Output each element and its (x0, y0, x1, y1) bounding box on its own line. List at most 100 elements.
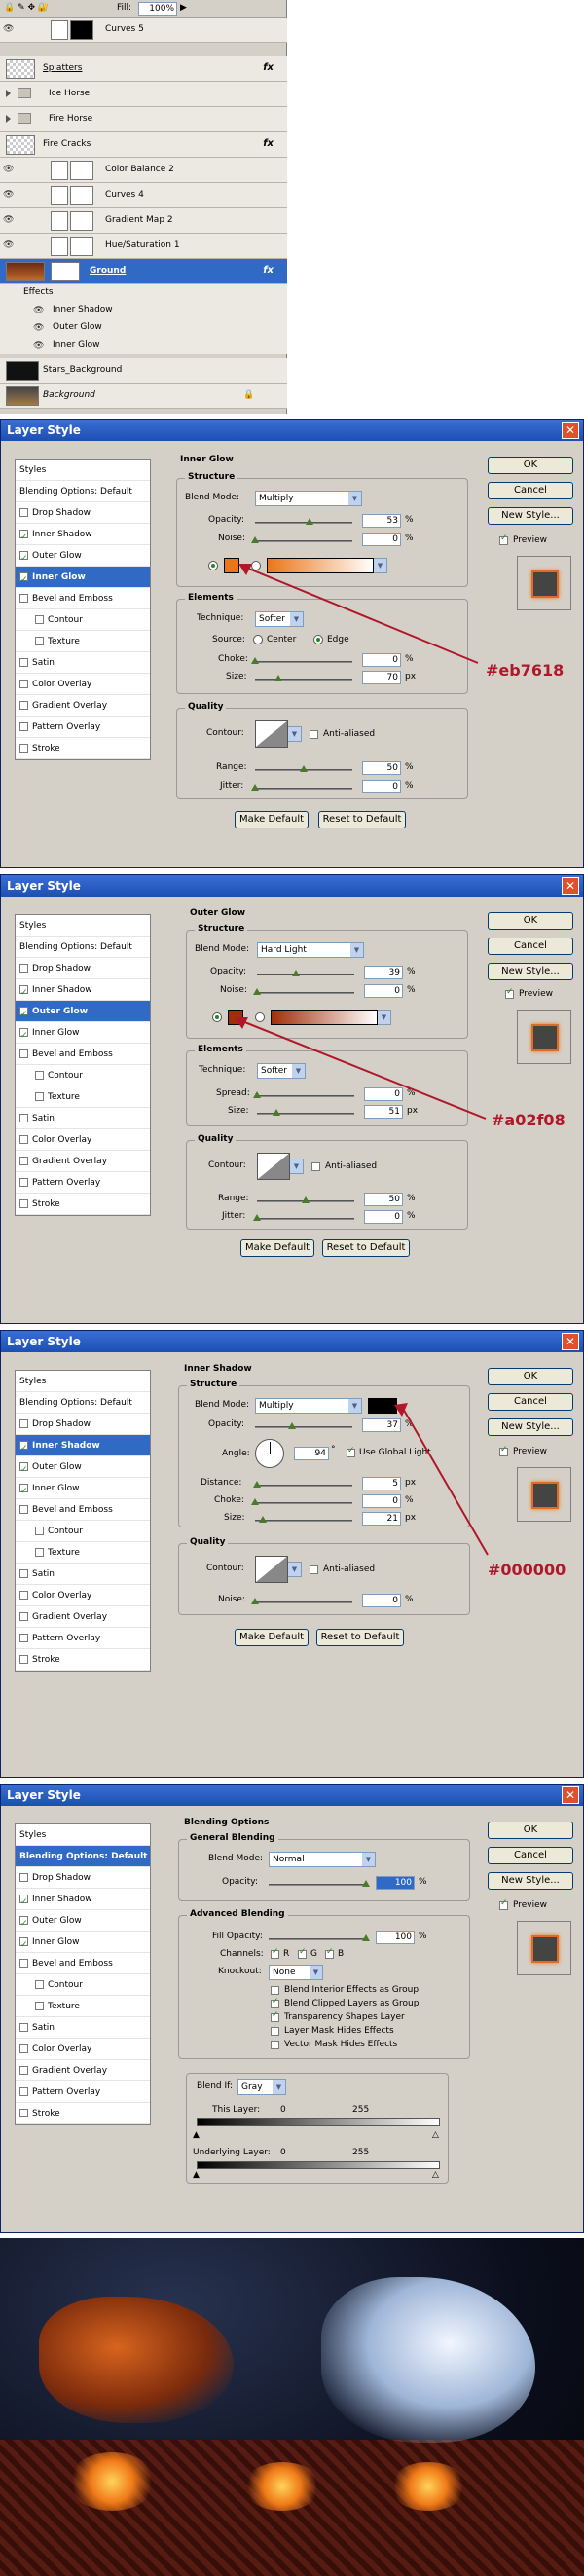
checkbox[interactable] (19, 1569, 28, 1578)
preview-checkbox[interactable] (499, 1445, 508, 1456)
style-texture[interactable]: Texture (16, 631, 150, 652)
style-inner-glow[interactable]: Inner Glow (16, 567, 150, 591)
preview-checkbox[interactable] (499, 534, 508, 545)
checkbox[interactable] (19, 1934, 28, 1956)
new-style-button[interactable]: New Style... (488, 1872, 573, 1890)
style-satin[interactable]: Satin (16, 652, 150, 674)
choke-slider[interactable] (251, 1498, 352, 1505)
checkbox[interactable] (19, 1459, 28, 1481)
checkbox[interactable] (19, 1419, 28, 1428)
reset-default-button[interactable]: Reset to Default (318, 811, 406, 828)
checkbox[interactable] (19, 594, 28, 603)
this-layer-slider[interactable] (197, 2118, 440, 2126)
style-color-overlay[interactable]: Color Overlay (16, 674, 150, 695)
ok-button[interactable]: OK (488, 1368, 573, 1385)
checkbox[interactable] (19, 2066, 28, 2075)
opacity-field[interactable]: 37 (362, 1418, 401, 1432)
checkbox[interactable] (19, 1481, 28, 1502)
dialog-titlebar[interactable]: Layer Style ✕ (1, 420, 583, 441)
layer-row-ground[interactable]: Ground fx (0, 259, 287, 284)
slider-knob[interactable] (251, 1598, 259, 1604)
checkbox[interactable] (19, 1612, 28, 1621)
checkbox[interactable] (35, 1527, 44, 1535)
noise-slider[interactable] (253, 988, 354, 995)
anti-aliased-checkbox[interactable] (310, 730, 318, 739)
style-gradient-overlay[interactable]: Gradient Overlay (16, 2060, 150, 2081)
choke-field[interactable]: 0 (362, 1494, 401, 1508)
size-slider[interactable] (255, 675, 352, 681)
styles-header[interactable]: Styles (16, 915, 150, 937)
style-inner-glow[interactable]: Inner Glow (16, 1022, 150, 1047)
style-outer-glow[interactable]: Outer Glow (16, 545, 150, 570)
slider-knob[interactable] (292, 970, 300, 976)
fill-field[interactable]: 100% (138, 2, 177, 16)
new-style-button[interactable]: New Style... (488, 963, 573, 980)
shadow-color-swatch[interactable] (368, 1398, 397, 1414)
reset-default-button[interactable]: Reset to Default (316, 1629, 404, 1646)
style-texture[interactable]: Texture (16, 1996, 150, 2017)
style-drop-shadow[interactable]: Drop Shadow (16, 1414, 150, 1435)
style-inner-shadow[interactable]: Inner Shadow (16, 1435, 150, 1459)
style-color-overlay[interactable]: Color Overlay (16, 1585, 150, 1606)
checkbox[interactable] (19, 964, 28, 973)
reset-default-button[interactable]: Reset to Default (322, 1239, 410, 1257)
dialog-titlebar[interactable]: Layer Style ✕ (1, 875, 583, 897)
effect-row-inner-shadow[interactable]: 👁 Inner Shadow (0, 302, 287, 319)
style-contour[interactable]: Contour (16, 1521, 150, 1542)
underlying-white-knob[interactable]: △ (432, 2170, 439, 2180)
choke-field[interactable]: 0 (362, 653, 401, 667)
checkbox[interactable] (35, 1092, 44, 1101)
checkbox[interactable] (19, 1873, 28, 1882)
checkbox[interactable] (35, 637, 44, 645)
style-color-overlay[interactable]: Color Overlay (16, 1129, 150, 1151)
style-contour[interactable]: Contour (16, 1974, 150, 1996)
layer-row-fire-cracks[interactable]: Fire Cracks fx (0, 132, 287, 158)
style-stroke[interactable]: Stroke (16, 1194, 150, 1215)
checkbox[interactable] (19, 527, 28, 548)
angle-dial[interactable] (255, 1439, 284, 1468)
channel-b-checkbox[interactable] (325, 1947, 334, 1959)
fx-icon[interactable]: fx (263, 62, 274, 73)
style-satin[interactable]: Satin (16, 1564, 150, 1585)
underlying-black-knob[interactable]: ▲ (193, 2170, 200, 2180)
layer-row-curves-4[interactable]: 👁 Curves 4 (0, 183, 287, 208)
checkbox[interactable] (19, 982, 28, 1004)
slider-knob[interactable] (253, 1091, 261, 1098)
layer-row-background[interactable]: Background 🔒 (0, 384, 287, 409)
gradient-dropdown[interactable] (378, 1010, 391, 1025)
style-blending-options[interactable]: Blending Options: Default (16, 481, 150, 502)
layer-row-color-balance-2[interactable]: 👁 Color Balance 2 (0, 158, 287, 183)
style-gradient-overlay[interactable]: Gradient Overlay (16, 1151, 150, 1172)
contour-picker[interactable] (255, 1556, 288, 1583)
solid-color-radio[interactable] (208, 561, 218, 570)
knockout-select[interactable]: None (269, 1965, 323, 1980)
checkbox[interactable] (35, 1548, 44, 1557)
eye-icon[interactable]: 👁 (3, 240, 14, 250)
eye-icon[interactable]: 👁 (33, 306, 44, 315)
slider-knob[interactable] (251, 536, 259, 543)
slider-knob[interactable] (306, 518, 313, 525)
checkbox[interactable] (19, 1199, 28, 1208)
opacity-slider[interactable] (257, 970, 354, 976)
checkbox[interactable] (19, 1114, 28, 1122)
checkbox[interactable] (19, 1004, 28, 1025)
checkbox[interactable] (19, 701, 28, 710)
blend-mode-select[interactable]: Hard Light (257, 942, 364, 958)
style-bevel-emboss[interactable]: Bevel and Emboss (16, 1044, 150, 1065)
blend-if-select[interactable]: Gray (237, 2079, 286, 2095)
checkbox[interactable] (19, 1135, 28, 1144)
gradient-picker[interactable] (267, 558, 374, 573)
slider-knob[interactable] (251, 1498, 259, 1505)
this-layer-black-knob[interactable]: ▲ (193, 2130, 200, 2140)
eye-icon[interactable]: 👁 (33, 323, 44, 333)
slider-knob[interactable] (253, 988, 261, 995)
angle-field[interactable]: 94 (294, 1447, 329, 1460)
jitter-field[interactable]: 0 (362, 780, 401, 793)
checkbox[interactable] (35, 615, 44, 624)
source-center-radio[interactable] (253, 635, 263, 644)
size-field[interactable]: 70 (362, 671, 401, 684)
blend-mode-select[interactable]: Multiply (255, 1398, 362, 1414)
style-contour[interactable]: Contour (16, 1065, 150, 1086)
size-slider[interactable] (257, 1109, 354, 1116)
gradient-picker[interactable] (271, 1010, 378, 1025)
